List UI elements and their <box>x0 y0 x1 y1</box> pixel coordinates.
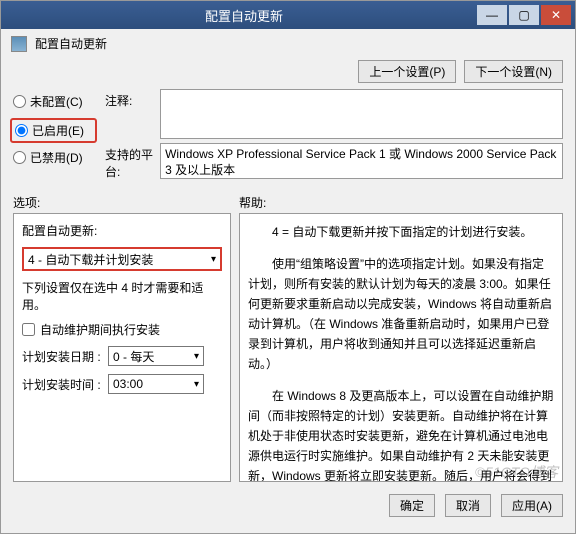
platform-value: Windows XP Professional Service Pack 1 或… <box>160 143 563 179</box>
help-paragraph: 使用“组策略设置”中的选项指定计划。如果没有指定计划，则所有安装的默认计划为每天… <box>248 254 554 374</box>
options-note: 下列设置仅在选中 4 时才需要和适用。 <box>22 279 222 313</box>
window-title: 配置自动更新 <box>11 6 477 25</box>
chevron-down-icon: ▾ <box>194 351 199 362</box>
chevron-down-icon: ▾ <box>194 379 199 390</box>
install-time-select[interactable]: 03:00 ▾ <box>108 374 204 394</box>
options-section-label: 选项: <box>13 194 239 211</box>
radio-disabled-input[interactable] <box>13 151 26 164</box>
radio-enabled-input[interactable] <box>15 124 28 137</box>
next-setting-button[interactable]: 下一个设置(N) <box>464 60 563 83</box>
maintenance-checkbox-row[interactable]: 自动维护期间执行安装 <box>22 321 222 338</box>
sub-header: 配置自动更新 <box>1 29 575 58</box>
chevron-down-icon: ▾ <box>211 254 216 265</box>
subheader-label: 配置自动更新 <box>35 35 107 52</box>
maximize-button[interactable]: ▢ <box>509 5 539 25</box>
install-time-value: 03:00 <box>113 377 143 391</box>
update-mode-select[interactable]: 4 - 自动下载并计划安装 ▾ <box>22 247 222 271</box>
radio-unconfigured-input[interactable] <box>13 95 26 108</box>
minimize-button[interactable]: — <box>477 5 507 25</box>
help-paragraph: 在 Windows 8 及更高版本上，可以设置在自动维护期间（而非按照特定的计划… <box>248 386 554 482</box>
update-group-label: 配置自动更新: <box>22 222 222 239</box>
apply-button[interactable]: 应用(A) <box>501 494 563 517</box>
radio-unconfigured[interactable]: 未配置(C) <box>13 93 97 110</box>
titlebar: 配置自动更新 — ▢ ✕ <box>1 1 575 29</box>
cancel-button[interactable]: 取消 <box>445 494 491 517</box>
prev-setting-button[interactable]: 上一个设置(P) <box>358 60 456 83</box>
close-button[interactable]: ✕ <box>541 5 571 25</box>
help-paragraph: 4 = 自动下载更新并按下面指定的计划进行安装。 <box>248 222 554 242</box>
maintenance-label: 自动维护期间执行安装 <box>40 321 160 338</box>
install-day-select[interactable]: 0 - 每天 ▾ <box>108 346 204 366</box>
radio-enabled[interactable]: 已启用(E) <box>10 118 97 143</box>
platform-label: 支持的平台: <box>105 143 154 180</box>
comment-label: 注释: <box>105 89 154 109</box>
radio-enabled-label: 已启用(E) <box>32 122 84 139</box>
help-panel: 4 = 自动下载更新并按下面指定的计划进行安装。 使用“组策略设置”中的选项指定… <box>239 213 563 482</box>
options-panel: 配置自动更新: 4 - 自动下载并计划安装 ▾ 下列设置仅在选中 4 时才需要和… <box>13 213 231 482</box>
help-section-label: 帮助: <box>239 194 266 211</box>
radio-disabled[interactable]: 已禁用(D) <box>13 149 97 166</box>
ok-button[interactable]: 确定 <box>389 494 435 517</box>
update-mode-value: 4 - 自动下载并计划安装 <box>28 251 153 268</box>
policy-icon <box>11 36 27 52</box>
radio-unconfigured-label: 未配置(C) <box>30 93 83 110</box>
install-day-label: 计划安装日期 : <box>22 348 102 365</box>
comment-input[interactable] <box>160 89 563 139</box>
install-day-value: 0 - 每天 <box>113 348 154 365</box>
radio-disabled-label: 已禁用(D) <box>30 149 83 166</box>
install-time-label: 计划安装时间 : <box>22 376 102 393</box>
maintenance-checkbox[interactable] <box>22 323 35 336</box>
